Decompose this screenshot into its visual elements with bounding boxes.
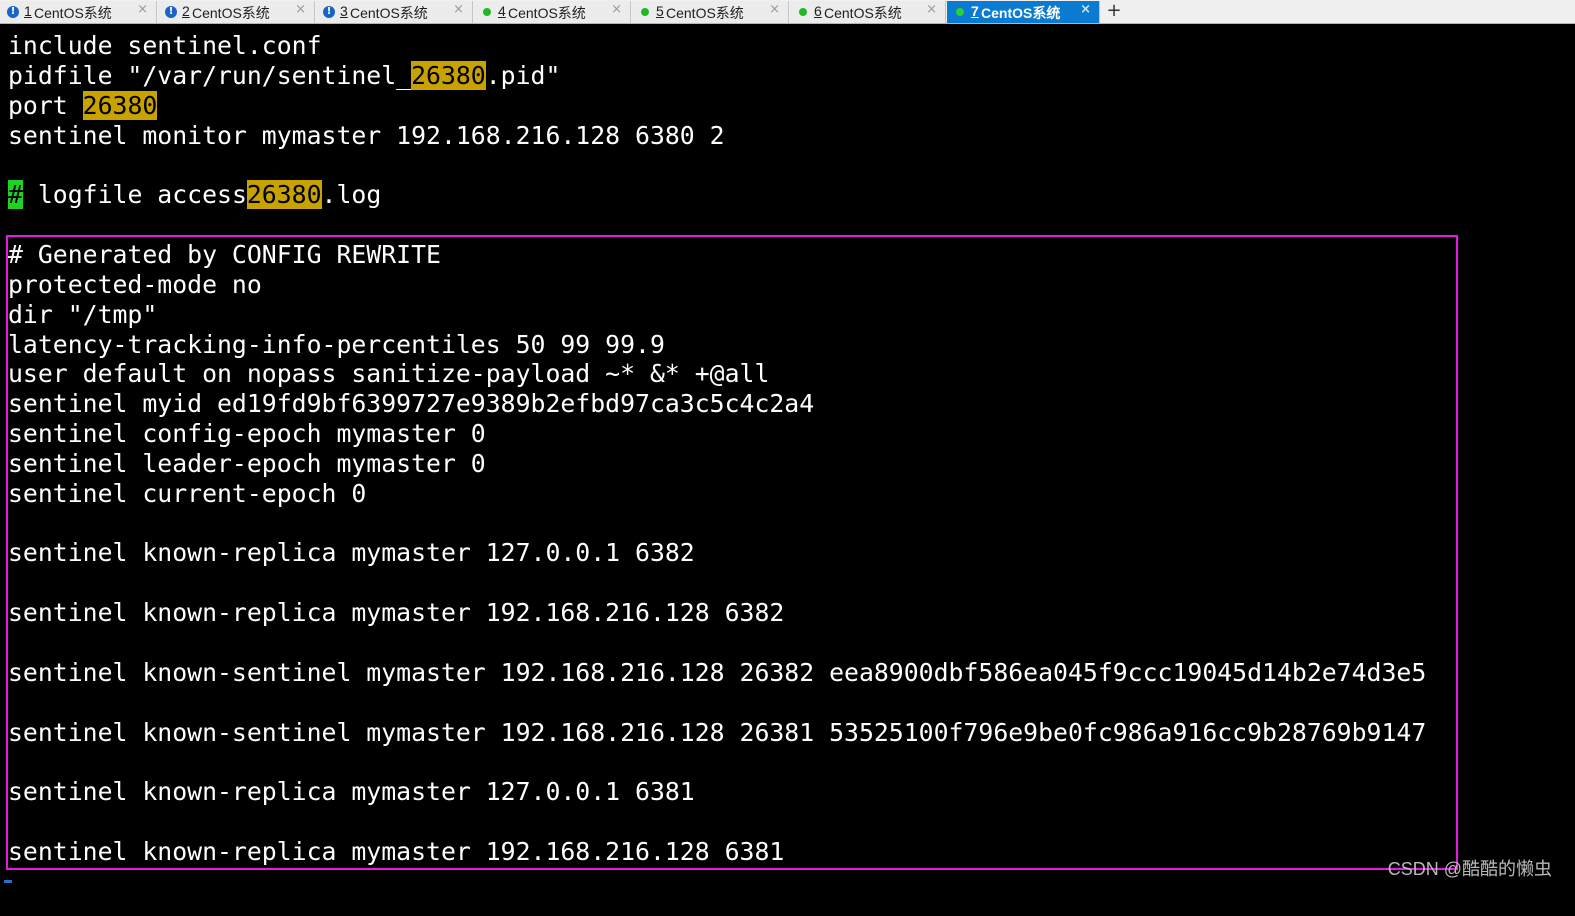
line-text: logfile access — [22, 180, 247, 210]
close-icon[interactable]: × — [611, 2, 622, 17]
watermark: CSDN @酷酷的懒虫 — [1387, 859, 1552, 879]
terminal-line: sentinel monitor mymaster 192.168.216.12… — [8, 121, 725, 151]
alert-icon: ! — [7, 6, 19, 18]
terminal-line: sentinel known-replica mymaster 192.168.… — [8, 598, 784, 628]
tab-title: CentOS系统 — [508, 5, 586, 21]
alert-icon: ! — [323, 6, 335, 18]
tab-2[interactable]: ! 2 CentOS系统 × — [158, 1, 315, 23]
line-text: sentinel known-replica mymaster 127.0.0.… — [8, 538, 695, 568]
line-text: sentinel current-epoch 0 — [8, 478, 367, 508]
line-text: .log — [321, 180, 382, 210]
line-text: dir "/tmp" — [8, 299, 158, 329]
terminal-line: # Generated by CONFIG REWRITE — [8, 240, 441, 270]
line-text: .pid" — [485, 60, 561, 90]
terminal-line: sentinel myid ed19fd9bf6399727e9389b2efb… — [8, 389, 814, 419]
tab-3[interactable]: ! 3 CentOS系统 × — [316, 1, 473, 23]
tab-5[interactable]: 5 CentOS系统 × — [632, 1, 789, 23]
line-text: pidfile "/var/run/sentinel_ — [8, 60, 412, 90]
line-text: user default on nopass sanitize-payload … — [8, 359, 770, 389]
line-text: sentinel known-replica mymaster 192.168.… — [8, 836, 785, 866]
line-text: sentinel known-replica mymaster 127.0.0.… — [8, 777, 695, 807]
tab-bar: ! 1 CentOS系统 ×! 2 CentOS系统 ×! 3 CentOS系统 × 4 CentOS… — [0, 0, 1575, 24]
terminal-line: sentinel config-epoch mymaster 0 — [8, 419, 486, 449]
tab-number: 7 — [971, 3, 979, 19]
tab-number: 2 — [182, 3, 190, 19]
status-indicator — [4, 880, 12, 883]
terminal-line: latency-tracking-info-percentiles 50 99 … — [8, 330, 665, 360]
status-dot-icon — [483, 8, 491, 16]
close-icon[interactable]: × — [137, 2, 148, 17]
tab-title: CentOS系统 — [981, 5, 1061, 21]
tab-number: 4 — [498, 3, 506, 19]
line-text: sentinel known-sentinel mymaster 192.168… — [8, 717, 1427, 747]
close-icon[interactable]: × — [453, 2, 464, 17]
tab-6[interactable]: 6 CentOS系统 × — [790, 1, 946, 23]
terminal-line: protected-mode no — [8, 270, 262, 300]
terminal-line: include sentinel.conf — [8, 31, 322, 61]
tab-4[interactable]: 4 CentOS系统 × — [474, 1, 631, 23]
tab-number: 3 — [340, 3, 348, 19]
tab-number: 1 — [24, 3, 32, 19]
terminal-line: sentinel known-replica mymaster 127.0.0.… — [8, 538, 695, 568]
new-tab-button[interactable]: + — [1104, 1, 1124, 23]
tab-title: CentOS系统 — [666, 5, 744, 21]
terminal-line: sentinel known-sentinel mymaster 192.168… — [8, 718, 1426, 748]
search-match: 26380 — [82, 90, 158, 120]
terminal-line: pidfile "/var/run/sentinel_26380.pid" — [8, 60, 561, 91]
alert-icon: ! — [165, 6, 177, 18]
status-dot-icon — [641, 8, 649, 16]
tab-7[interactable]: 7 CentOS系统 × — [947, 1, 1100, 23]
line-text: sentinel config-epoch mymaster 0 — [8, 419, 486, 449]
line-text: sentinel myid ed19fd9bf6399727e9389b2efb… — [8, 389, 815, 419]
close-icon[interactable]: × — [926, 2, 937, 17]
line-text: sentinel monitor mymaster 192.168.216.12… — [8, 120, 725, 150]
tab-number: 5 — [656, 3, 664, 19]
terminal-line: sentinel current-epoch 0 — [8, 479, 366, 509]
search-match: 26380 — [246, 180, 322, 210]
tab-title: CentOS系统 — [824, 5, 902, 21]
tab-title: CentOS系统 — [34, 5, 112, 21]
terminal-line: sentinel known-sentinel mymaster 192.168… — [8, 658, 1426, 688]
terminal-line: sentinel leader-epoch mymaster 0 — [8, 449, 486, 479]
tab-1[interactable]: ! 1 CentOS系统 × — [0, 1, 157, 23]
terminal-line: # logfile access26380.log — [8, 180, 381, 210]
text-cursor: # — [8, 180, 23, 210]
tab-number: 6 — [814, 3, 822, 19]
search-match: 26380 — [411, 60, 486, 90]
status-dot-icon — [799, 8, 807, 16]
tab-title: CentOS系统 — [192, 5, 270, 21]
line-text: sentinel known-sentinel mymaster 192.168… — [8, 657, 1427, 687]
close-icon[interactable]: × — [1080, 2, 1091, 17]
line-text: port — [8, 90, 83, 120]
tab-title: CentOS系统 — [350, 5, 428, 21]
line-text: latency-tracking-info-percentiles 50 99 … — [8, 329, 665, 359]
terminal-line: port 26380 — [8, 90, 158, 121]
terminal-line: dir "/tmp" — [8, 300, 157, 330]
line-text: protected-mode no — [8, 269, 262, 299]
terminal-line: sentinel known-replica mymaster 127.0.0.… — [8, 777, 695, 807]
status-dot-icon — [956, 8, 964, 16]
terminal-line: user default on nopass sanitize-payload … — [8, 359, 769, 389]
close-icon[interactable]: × — [769, 2, 780, 17]
terminal-line: sentinel known-replica mymaster 192.168.… — [8, 837, 784, 867]
line-text: # Generated by CONFIG REWRITE — [8, 239, 441, 269]
line-text: sentinel leader-epoch mymaster 0 — [8, 448, 486, 478]
close-icon[interactable]: × — [295, 2, 306, 17]
line-text: include sentinel.conf — [8, 31, 322, 60]
line-text: sentinel known-replica mymaster 192.168.… — [8, 598, 785, 628]
terminal-view[interactable]: include sentinel.conf pidfile "/var/run/s… — [0, 24, 1575, 916]
